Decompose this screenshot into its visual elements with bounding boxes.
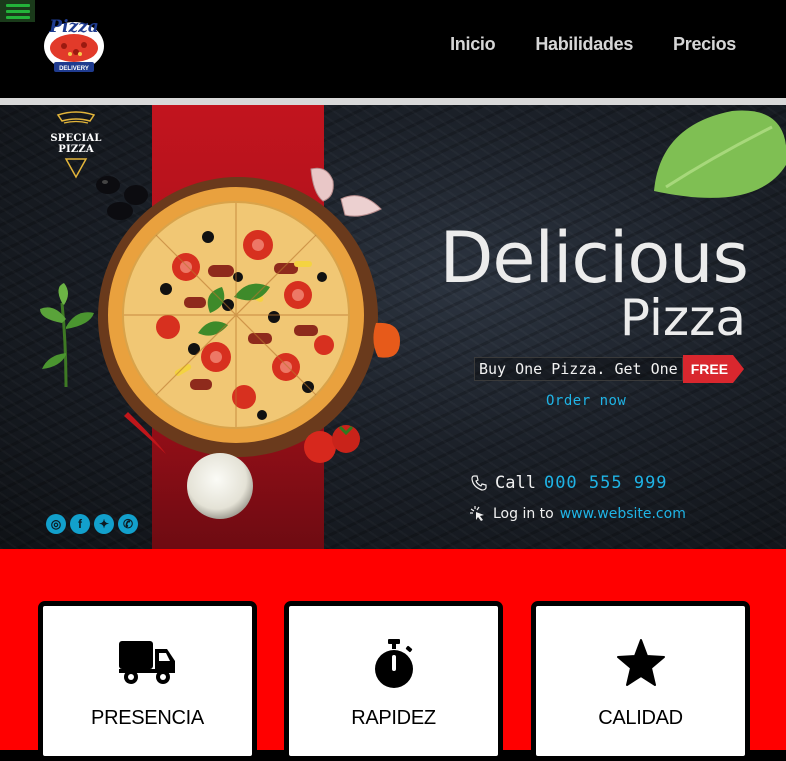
logo-badge: DELIVERY	[59, 66, 89, 72]
feature-card-presencia: PRESENCIA	[38, 601, 257, 761]
special-pizza-label: SPECIAL PIZZA	[50, 133, 102, 155]
pizza-delivery-logo[interactable]: Pizza DELIVERY	[40, 10, 108, 76]
instagram-icon[interactable]: ◎	[46, 514, 66, 534]
feature-card-calidad: CALIDAD	[531, 601, 750, 761]
cursor-click-icon	[470, 506, 484, 521]
feature-title: RAPIDEZ	[351, 707, 436, 729]
website-link[interactable]: www.website.com	[560, 506, 686, 522]
offer-text: Buy One Pizza. Get One	[474, 357, 683, 381]
facebook-icon[interactable]: f	[70, 514, 90, 534]
header-divider	[0, 98, 786, 105]
pepper-decoration	[373, 322, 400, 358]
special-pizza-badge: SPECIAL PIZZA	[36, 111, 116, 179]
chili-decoration	[124, 412, 166, 454]
feature-title: PRESENCIA	[91, 707, 204, 729]
hero-title-line2: Pizza	[619, 289, 746, 347]
login-label: Log in to	[493, 506, 554, 522]
basil-sprig-decoration	[40, 283, 94, 388]
offer-banner: Buy One Pizza. Get One FREE	[474, 355, 745, 383]
site-header: Pizza DELIVERY Inicio Habilidades Precio…	[0, 0, 786, 98]
nav-link-precios[interactable]: Precios	[673, 34, 736, 55]
phone-number[interactable]: 000 555 999	[544, 473, 668, 493]
whatsapp-icon[interactable]: ✆	[118, 514, 138, 534]
hamburger-menu-button[interactable]	[0, 0, 35, 22]
logo-script: Pizza	[48, 17, 99, 37]
order-now-link[interactable]: Order now	[546, 393, 626, 409]
pizza-slice-icon	[56, 111, 96, 124]
tomato-decoration	[304, 425, 360, 463]
twitter-icon[interactable]: ✦	[94, 514, 114, 534]
hero-title-line1: Delicious	[439, 217, 749, 299]
free-badge: FREE	[682, 355, 745, 383]
truck-icon	[43, 639, 252, 691]
phone-icon	[471, 475, 487, 491]
feature-title: CALIDAD	[598, 707, 683, 729]
hero-banner: SPECIAL PIZZA Delicious Pizza Buy One Pi…	[0, 105, 786, 549]
feature-card-rapidez: RAPIDEZ	[284, 601, 503, 761]
social-icons: ◎ f ✦ ✆	[46, 514, 138, 534]
slice-tip-icon	[64, 158, 88, 179]
nav-link-habilidades[interactable]: Habilidades	[535, 34, 633, 55]
star-icon	[536, 639, 745, 691]
nav-link-inicio[interactable]: Inicio	[450, 34, 496, 55]
stopwatch-icon	[289, 639, 498, 691]
call-line: Call 000 555 999	[471, 473, 668, 493]
hamburger-bar	[5, 15, 30, 19]
cheese-bowl	[187, 453, 253, 519]
features-section: PRESENCIA RAPIDEZ CALIDAD	[0, 549, 786, 761]
hamburger-bar	[5, 3, 30, 7]
login-line: Log in to www.website.com	[469, 505, 686, 523]
basil-leaf-decoration	[654, 110, 786, 198]
hamburger-bar	[5, 9, 30, 13]
call-label: Call	[495, 473, 536, 493]
main-nav: Inicio Habilidades Precios	[450, 34, 736, 55]
